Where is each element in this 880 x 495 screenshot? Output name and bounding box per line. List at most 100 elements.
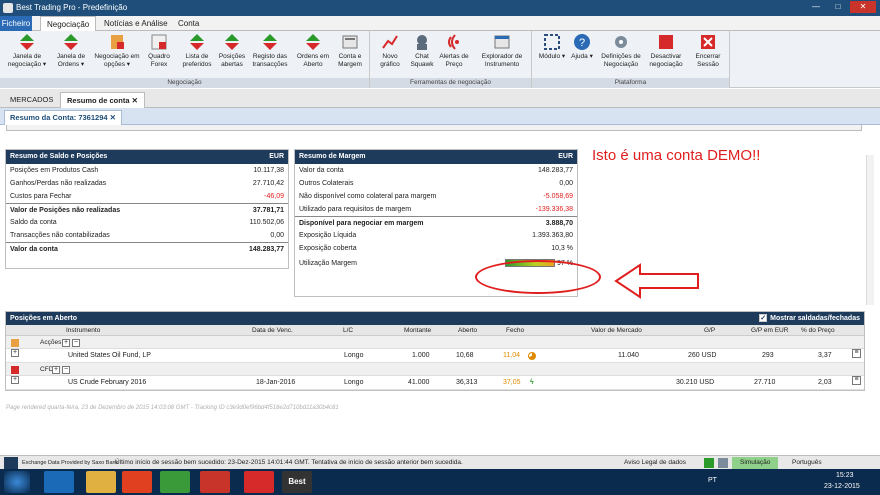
clock-time: 15:23 xyxy=(836,472,854,479)
window-title: Best Trading Pro - Predefinição xyxy=(16,3,128,12)
balance-panel-header: Resumo de Saldo e Posições EUR xyxy=(6,150,288,164)
expand-row-icon[interactable]: + xyxy=(11,376,19,384)
margin-row: Outros Colaterais 0,00 xyxy=(299,180,573,187)
lock-icon xyxy=(718,458,728,468)
group-row-cfd[interactable]: CFD + − xyxy=(6,363,864,376)
trade-window-icon xyxy=(20,34,34,50)
input-language[interactable]: PT xyxy=(708,477,717,484)
app-red-icon[interactable] xyxy=(244,471,274,493)
trading-settings-button[interactable]: Definições de Negociação xyxy=(598,33,644,68)
account-subtab-bar: Resumo da Conta: 7361294 ✕ xyxy=(0,108,880,125)
best-trading-taskbar-button[interactable]: Best xyxy=(282,471,312,493)
scrollbar[interactable] xyxy=(866,155,874,305)
document-tabs: MERCADOS Resumo de conta ✕ xyxy=(0,89,880,108)
ie-icon[interactable] xyxy=(44,471,74,493)
connection-icon xyxy=(704,458,714,468)
price-alerts-button[interactable]: Alertas de Preço xyxy=(436,33,472,68)
minimize-button[interactable]: — xyxy=(806,1,826,13)
logout-button[interactable]: Encerrar Sessão xyxy=(690,33,726,68)
instrument-explorer-button[interactable]: Explorador de Instrumento xyxy=(474,33,530,68)
margin-row: Valor da conta 148.283,77 xyxy=(299,167,573,174)
margin-row: Não disponível como colateral para marge… xyxy=(299,193,573,200)
tab-negociacao[interactable]: Negociação xyxy=(40,16,97,31)
chrome-icon[interactable] xyxy=(160,471,190,493)
saxo-logo-icon xyxy=(4,457,18,469)
taskbar: Best PT 15:23 23-12-2015 xyxy=(0,469,880,495)
open-positions-table: Posições em Aberto ✓ Mostrar saldadas/fech… xyxy=(5,311,865,391)
positions-header: Posições em Aberto ✓ Mostrar saldadas/fech… xyxy=(6,312,864,325)
annotation-arrow-icon xyxy=(614,263,699,299)
details-icon[interactable]: ≡ xyxy=(852,376,861,385)
account-margin-button[interactable]: Conta e Margem xyxy=(332,33,368,68)
menu-bar: Ficheiro Negociação Notícias e Análise C… xyxy=(0,16,880,31)
collapse-icon[interactable]: − xyxy=(62,366,70,374)
close-subtab-icon[interactable]: ✕ xyxy=(110,113,116,122)
demo-annotation: Isto é uma conta DEMO!! xyxy=(592,147,761,164)
checkbox-icon[interactable]: ✓ xyxy=(759,314,768,323)
status-bar: Exchange Data Provided by Saxo Bank Últi… xyxy=(0,455,880,469)
chart-icon xyxy=(382,35,398,49)
margin-row: Exposição coberta 10,3 % xyxy=(299,245,573,252)
forex-board-button[interactable]: Quadro Forex xyxy=(142,33,176,68)
media-player-icon[interactable] xyxy=(122,471,152,493)
show-settled-toggle[interactable]: ✓ Mostrar saldadas/fechadas xyxy=(759,312,860,325)
orders-window-icon xyxy=(64,34,78,50)
expand-icon[interactable]: + xyxy=(62,339,70,347)
chat-squawk-button[interactable]: Chat Squawk xyxy=(406,33,438,68)
close-tab-icon[interactable]: ✕ xyxy=(132,96,138,105)
expand-icon[interactable]: + xyxy=(52,366,60,374)
details-icon[interactable]: ≡ xyxy=(852,349,861,358)
trade-window-button[interactable]: Janela de negociação ▾ xyxy=(6,33,48,68)
group-row-acoes[interactable]: Acções + − xyxy=(6,336,864,349)
help-icon: ? xyxy=(574,34,590,50)
expand-row-icon[interactable]: + xyxy=(11,349,19,357)
balance-row: Saldo da conta 110.502,06 xyxy=(10,219,284,226)
open-orders-button[interactable]: Ordens em Aberto xyxy=(294,33,332,68)
watchlist-icon xyxy=(190,34,204,50)
explorer-icon[interactable] xyxy=(86,471,116,493)
transactions-log-button[interactable]: Registo das transacções xyxy=(248,33,292,68)
close-window-button[interactable]: ✕ xyxy=(850,1,876,13)
new-chart-button[interactable]: Novo gráfico xyxy=(374,33,406,68)
file-menu[interactable]: Ficheiro xyxy=(0,16,32,31)
maximize-button[interactable]: □ xyxy=(828,1,848,13)
watchlist-button[interactable]: Lista de preferidos xyxy=(178,33,216,68)
tab-noticias[interactable]: Notícias e Análise xyxy=(98,16,174,31)
module-button[interactable]: Módulo ▾ xyxy=(536,33,568,61)
options-icon xyxy=(111,35,124,49)
help-button[interactable]: ? Ajuda ▾ xyxy=(568,33,596,61)
stop-icon xyxy=(659,35,673,49)
page-footer: Page rendered quarta-feira, 23 de Dezemb… xyxy=(6,405,339,411)
open-positions-button[interactable]: Posições abertas xyxy=(216,33,248,68)
forex-icon xyxy=(151,34,167,50)
start-button-icon[interactable] xyxy=(4,471,30,493)
title-bar: Best Trading Pro - Predefinição — □ ✕ xyxy=(0,0,880,16)
module-icon xyxy=(544,34,560,50)
clock-date: 23-12-2015 xyxy=(824,483,860,490)
pie-icon xyxy=(528,352,536,360)
content-area: Resumo de Saldo e Posições EUR Posições e… xyxy=(0,125,880,455)
lightning-icon: ϟ xyxy=(530,379,534,386)
language-selector[interactable]: Português xyxy=(792,456,822,470)
margin-row: Utilizado para requisitos de margem -139.… xyxy=(299,206,573,213)
margin-panel-header: Resumo de Margem EUR xyxy=(295,150,577,164)
subtab-account-summary[interactable]: Resumo da Conta: 7361294 ✕ xyxy=(4,110,122,125)
app-j-icon[interactable] xyxy=(200,471,230,493)
ribbon-group-label: Plataforma xyxy=(532,78,729,88)
open-orders-icon xyxy=(306,34,320,50)
svg-text:?: ? xyxy=(579,37,585,49)
collapse-icon[interactable]: − xyxy=(72,339,80,347)
ribbon-group-label: Negociação xyxy=(0,78,369,88)
disable-trading-button[interactable]: Desactivar negociação xyxy=(646,33,686,68)
table-row[interactable]: + United States Oil Fund, LP Longo 1.000… xyxy=(6,349,864,363)
transactions-icon xyxy=(263,34,277,50)
stock-icon xyxy=(11,339,19,347)
options-trading-button[interactable]: Negociação em opções ▾ xyxy=(94,33,140,68)
tab-account-summary[interactable]: Resumo de conta ✕ xyxy=(60,92,145,108)
ribbon-group-label: Ferramentas de negociação xyxy=(370,78,531,88)
tab-conta[interactable]: Conta xyxy=(172,16,205,31)
table-row[interactable]: + US Crude February 2016 18-Jan-2016 Lon… xyxy=(6,376,864,390)
legal-link[interactable]: Aviso Legal de dados xyxy=(624,456,686,470)
orders-window-button[interactable]: Janela de Ordens ▾ xyxy=(50,33,92,68)
tab-markets[interactable]: MERCADOS xyxy=(4,92,59,108)
